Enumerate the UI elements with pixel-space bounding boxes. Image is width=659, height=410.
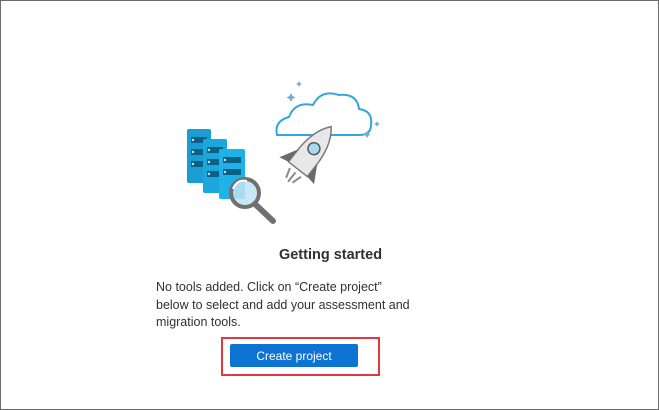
content-frame: Getting started No tools added. Click on… xyxy=(0,0,659,410)
magnifier-icon xyxy=(229,177,276,224)
empty-state-description: No tools added. Click on “Create project… xyxy=(156,280,410,329)
create-project-button[interactable]: Create project xyxy=(230,344,358,367)
getting-started-illustration xyxy=(187,81,380,224)
page-title: Getting started xyxy=(278,247,383,263)
